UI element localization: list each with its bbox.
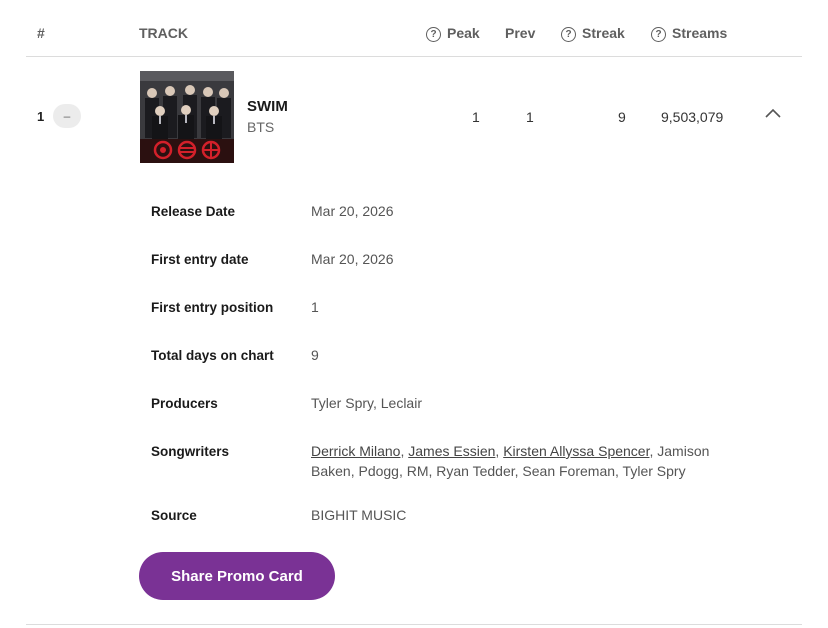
songwriters-label: Songwriters	[151, 444, 230, 459]
first-entry-position-value: 1	[311, 299, 319, 315]
column-header-peak: ? Peak	[426, 25, 480, 42]
first-entry-date-label: First entry date	[151, 252, 249, 267]
peak-value: 1	[472, 109, 480, 125]
streak-value: 9	[618, 109, 626, 125]
total-days-value: 9	[311, 347, 319, 363]
producers-label: Producers	[151, 396, 218, 411]
source-label: Source	[151, 508, 197, 523]
prev-value: 1	[526, 109, 534, 125]
release-date-value: Mar 20, 2026	[311, 203, 394, 219]
peak-label: Peak	[447, 25, 480, 41]
column-header-streak: ? Streak	[561, 25, 625, 42]
total-days-label: Total days on chart	[151, 348, 274, 363]
trend-badge: –	[53, 104, 81, 128]
first-entry-date-value: Mar 20, 2026	[311, 251, 394, 267]
help-icon[interactable]: ?	[561, 27, 576, 42]
songwriter-link[interactable]: Derrick Milano	[311, 443, 400, 459]
release-date-label: Release Date	[151, 204, 236, 219]
column-header-prev: Prev	[505, 25, 536, 41]
help-icon[interactable]: ?	[651, 27, 666, 42]
streams-label: Streams	[672, 25, 728, 41]
track-artist[interactable]: BTS	[247, 119, 274, 135]
header-divider	[26, 56, 802, 57]
row-divider	[26, 624, 802, 625]
column-header-streams: ? Streams	[651, 25, 727, 42]
source-value: BIGHIT MUSIC	[311, 507, 407, 523]
first-entry-position-label: First entry position	[151, 300, 274, 315]
chevron-up-icon[interactable]	[764, 106, 782, 124]
column-header-rank: #	[37, 25, 45, 41]
streams-value: 9,503,079	[661, 109, 724, 125]
streak-label: Streak	[582, 25, 625, 41]
album-cover[interactable]	[140, 71, 234, 163]
track-title[interactable]: SWIM	[247, 98, 288, 115]
help-icon[interactable]: ?	[426, 27, 441, 42]
row-rank: 1	[37, 109, 45, 124]
share-promo-card-button[interactable]: Share Promo Card	[139, 552, 335, 600]
producers-value: Tyler Spry, Leclair	[311, 395, 422, 411]
songwriter-link[interactable]: Kirsten Allyssa Spencer	[503, 443, 649, 459]
songwriters-value: Derrick Milano, James Essien, Kirsten Al…	[311, 443, 710, 479]
column-header-track: TRACK	[139, 25, 188, 41]
songwriter-link[interactable]: James Essien	[408, 443, 495, 459]
